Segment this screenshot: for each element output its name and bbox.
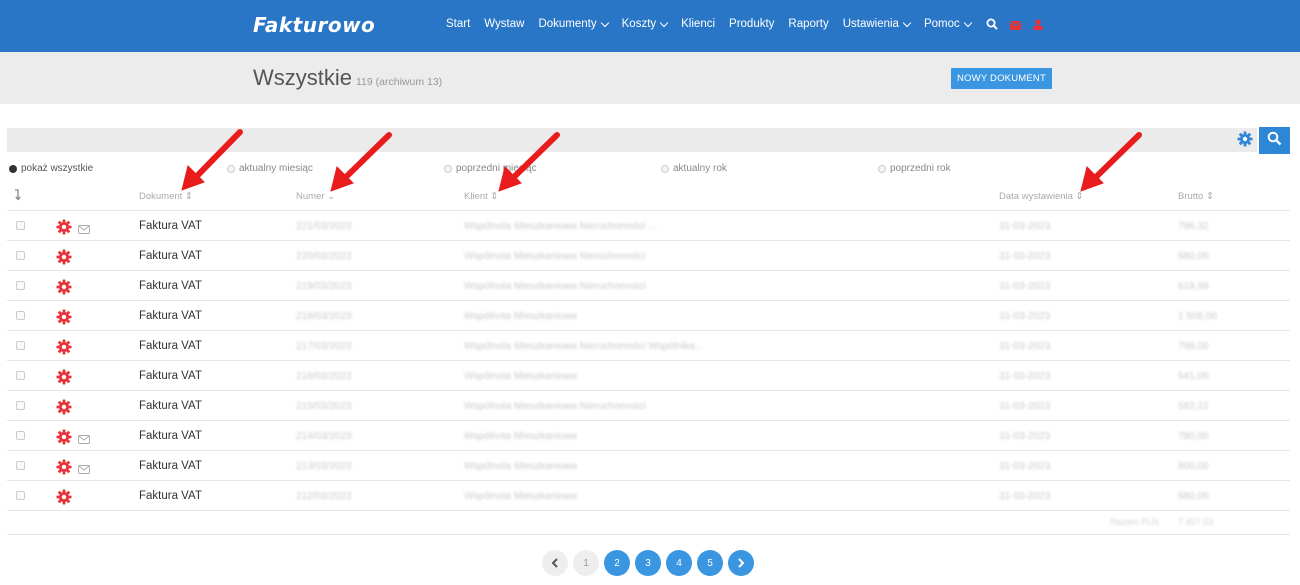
annotation-arrow-date (1080, 132, 1142, 192)
annotation-arrow-document (181, 129, 243, 191)
annotation-arrow-number (330, 132, 392, 192)
annotation-arrow-client (498, 132, 560, 192)
annotation-arrows (181, 129, 1142, 192)
